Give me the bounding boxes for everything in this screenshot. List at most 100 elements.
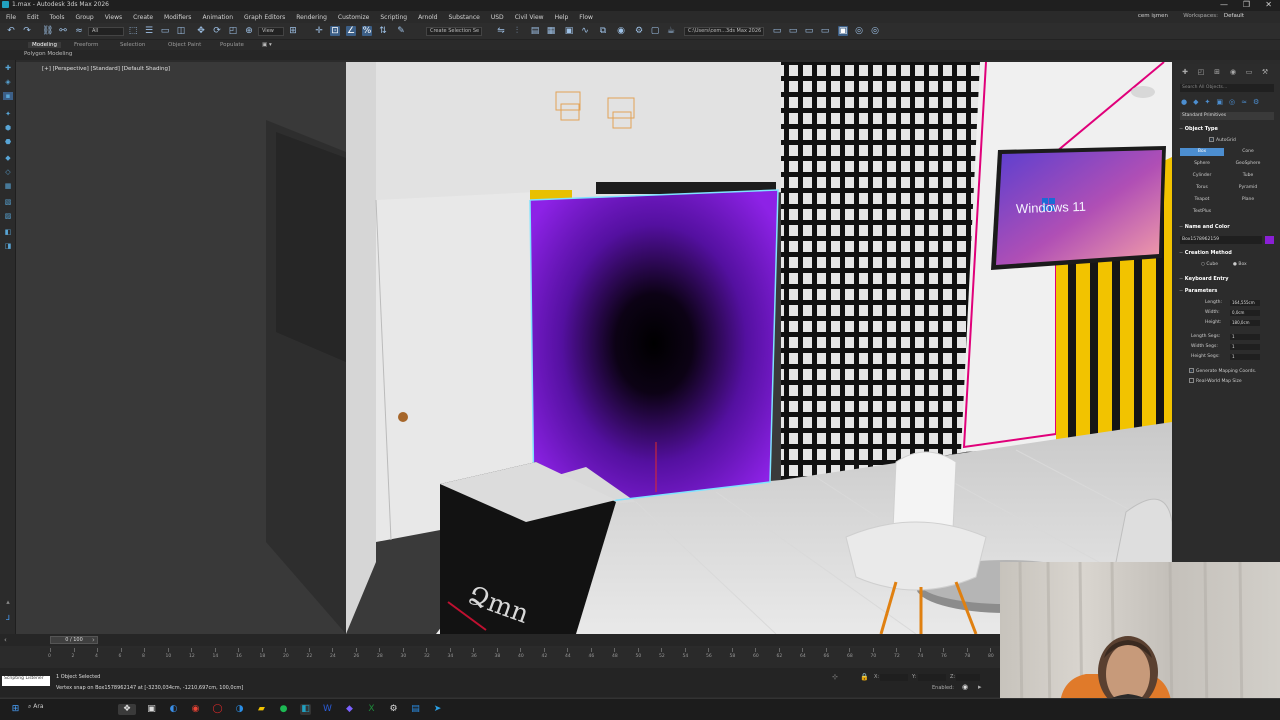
perspective-viewport[interactable]: [+] [Perspective] [Standard] [Default Sh… (16, 62, 1172, 634)
telegram-icon[interactable]: ➤ (432, 704, 443, 715)
widgets-icon[interactable]: ▣ (146, 704, 157, 715)
menu-animation[interactable]: Animation (202, 14, 233, 21)
x-coord-field[interactable] (880, 674, 908, 681)
display-tool-icon[interactable]: ▧ (3, 198, 13, 206)
polygon-modeling-panel[interactable]: Polygon Modeling (24, 51, 72, 57)
selection-filter-dropdown[interactable]: All (88, 27, 124, 36)
ribbon-options-icon[interactable]: ▣ ▾ (262, 42, 272, 48)
sphere-button[interactable]: Sphere (1180, 160, 1224, 168)
undo-icon[interactable]: ↶ (6, 26, 16, 36)
select-by-name-icon[interactable]: ☰ (144, 26, 154, 36)
tab-modeling[interactable]: Modeling (28, 42, 62, 48)
viewport-label[interactable]: [+] [Perspective] [Standard] [Default Sh… (42, 66, 170, 72)
parameters-header[interactable]: Parameters (1179, 288, 1218, 294)
render-frame-icon[interactable]: ▢ (650, 26, 660, 36)
object-color-swatch[interactable] (1265, 236, 1274, 244)
track-bar[interactable]: 0 2 4 6 8 10 12 14 16 18 20 22 24 26 28 30 32 34 36 38 40 42 4… (40, 648, 1000, 668)
width-spinner[interactable]: 0,0cm (1230, 310, 1260, 316)
save-folder-icon[interactable]: ▭ (804, 26, 814, 36)
cylinder-button[interactable]: Cylinder (1180, 172, 1224, 180)
selection-lock-icon[interactable]: 🔒 (860, 673, 869, 681)
link-icon[interactable]: ⛓ (42, 26, 53, 36)
pivot-center-icon[interactable]: ⊞ (288, 26, 298, 36)
primitive-category-dropdown[interactable]: Standard Primitives (1180, 112, 1274, 120)
pyramid-button[interactable]: Pyramid (1226, 184, 1270, 192)
name-color-header[interactable]: Name and Color (1179, 224, 1230, 230)
3dsmax-taskbar-icon[interactable]: ◧ (300, 704, 311, 715)
tab-populate[interactable]: Populate (220, 42, 244, 48)
select-manipulate-icon[interactable]: ✛ (314, 26, 324, 36)
file-explorer-icon[interactable]: ▰ (256, 704, 267, 715)
height-spinner[interactable]: 180,0cm (1230, 320, 1260, 326)
time-tag-icon[interactable]: ▸ (978, 683, 982, 691)
menu-group[interactable]: Group (75, 14, 93, 21)
camera-tool-icon[interactable]: ◈ (3, 78, 13, 86)
rectangular-selection-icon[interactable]: ▭ (160, 26, 170, 36)
scene-explorer-icon[interactable]: ▤ (530, 26, 540, 36)
chrome-icon[interactable]: ◉ (190, 704, 201, 715)
y-coord-field[interactable] (918, 674, 946, 681)
close-button[interactable]: ✕ (1265, 0, 1272, 9)
helper-tool-icon[interactable]: ⬢ (3, 124, 13, 132)
expand-toolstrip-icon[interactable]: ▴ (3, 598, 13, 606)
select-tool-icon[interactable]: ✚ (3, 64, 13, 72)
unlink-icon[interactable]: ⚯ (58, 26, 68, 36)
menu-graph-editors[interactable]: Graph Editors (244, 14, 285, 21)
minimize-button[interactable]: — (1220, 0, 1228, 9)
cone-button[interactable]: Cone (1226, 148, 1270, 156)
hierarchy-tab-icon[interactable]: ⊞ (1213, 68, 1221, 76)
maxscript-listener[interactable]: Scripting Listener (2, 676, 50, 686)
start-button-icon[interactable]: ⊞ (10, 704, 21, 715)
object-search-input[interactable]: Search All Objects... (1180, 84, 1274, 92)
box-button[interactable]: Box (1180, 148, 1224, 156)
torus-button[interactable]: Torus (1180, 184, 1224, 192)
task-view-icon[interactable]: ❖ (118, 704, 136, 715)
length-spinner[interactable]: 164,555cm (1230, 300, 1260, 306)
app2-icon[interactable]: ▤ (410, 704, 421, 715)
autogrid-checkbox[interactable]: ✓ AutoGrid (1209, 137, 1236, 143)
percent-snap-icon[interactable]: % (362, 26, 372, 36)
settings-icon[interactable]: ⚙ (388, 704, 399, 715)
shape-tool-icon[interactable]: ◇ (3, 168, 13, 176)
align-icon[interactable]: ⫶ (512, 26, 522, 36)
teapot-button[interactable]: Teapot (1180, 196, 1224, 204)
mirror-icon[interactable]: ⇋ (496, 26, 506, 36)
window-crossing-icon[interactable]: ◫ (176, 26, 186, 36)
z-coord-field[interactable] (956, 674, 980, 681)
menu-tools[interactable]: Tools (50, 14, 65, 21)
time-slider-left-icon[interactable]: ‹ (4, 636, 7, 644)
app-icon[interactable]: ◆ (344, 704, 355, 715)
motion-tab-icon[interactable]: ◉ (1229, 68, 1237, 76)
length-segs-spinner[interactable]: 1 (1230, 334, 1260, 340)
edge-icon[interactable]: ◐ (168, 704, 179, 715)
snaps-toggle-icon[interactable]: ⊡ (330, 26, 340, 36)
time-slider[interactable]: ‹ 0 / 100 › (0, 634, 1000, 646)
utilities-tab-icon[interactable]: ⚒ (1261, 68, 1269, 76)
render-setup-icon[interactable]: ⚙ (634, 26, 644, 36)
object-type-header[interactable]: Object Type (1179, 126, 1218, 132)
taskbar-search[interactable]: ⌕ Ara (28, 703, 44, 711)
curve-editor-icon[interactable]: ∿ (580, 26, 590, 36)
scale-icon[interactable]: ◰ (228, 26, 238, 36)
render-icon[interactable]: ☕ (666, 26, 676, 36)
arnold-icon[interactable]: ◎ (870, 26, 880, 36)
workspaces-dropdown[interactable]: Default (1224, 13, 1244, 19)
height-segs-spinner[interactable]: 1 (1230, 354, 1260, 360)
mirror-tool-icon[interactable]: ◨ (3, 242, 13, 250)
ribbon-toggle-icon[interactable]: ▣ (564, 26, 574, 36)
tab-selection[interactable]: Selection (120, 42, 145, 48)
open-folder-icon[interactable]: ▭ (788, 26, 798, 36)
cube-radio[interactable]: ○ Cube (1201, 262, 1218, 267)
time-slider-knob[interactable]: 0 / 100 (50, 636, 98, 644)
keyboard-entry-header[interactable]: Keyboard Entry (1179, 276, 1229, 282)
manage-icon[interactable]: ▭ (820, 26, 830, 36)
place-icon[interactable]: ⊕ (244, 26, 254, 36)
geometry-tool-icon[interactable]: ▦ (3, 182, 13, 190)
menu-scripting[interactable]: Scripting (380, 14, 407, 21)
material-editor-icon[interactable]: ◉ (616, 26, 626, 36)
active-tool-icon[interactable]: ▪ (3, 92, 13, 100)
light-tool-icon[interactable]: ✦ (3, 110, 13, 118)
viewport-settings-icon[interactable]: ▣ (838, 26, 848, 36)
width-segs-spinner[interactable]: 1 (1230, 344, 1260, 350)
user-account[interactable]: cem işmen (1138, 13, 1168, 19)
